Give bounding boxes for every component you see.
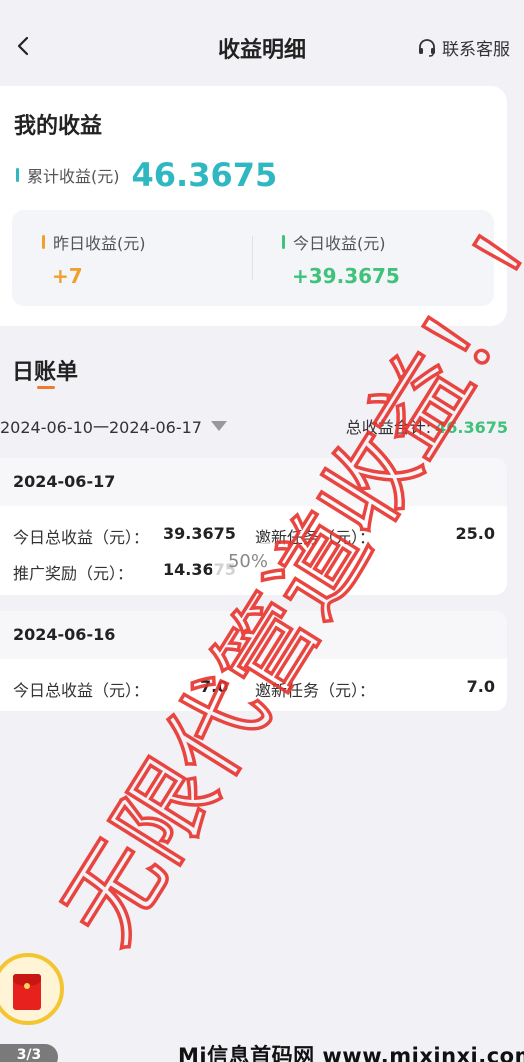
- accent-bar: [16, 168, 19, 182]
- day-date: 2024-06-17: [0, 458, 507, 506]
- total-earnings-label: 累计收益(元): [27, 167, 120, 186]
- day-record-card: 2024-06-16 今日总收益（元）： 7.0 邀新任务（元）： 7.0: [0, 611, 507, 711]
- summary-title: 我的收益: [14, 114, 103, 139]
- item-label: 今日总收益（元）：: [13, 681, 150, 700]
- list-item: 推广奖励（元）： 14.3675: [13, 560, 236, 584]
- caret-down-icon: [210, 421, 227, 431]
- page-indicator: 3/3: [0, 1044, 58, 1062]
- accent-bar: [282, 235, 285, 249]
- item-label: 邀新任务（元）：: [255, 681, 376, 700]
- total-sum: 总收益合计: 46.3675: [346, 414, 508, 438]
- total-sum-label: 总收益合计:: [345, 418, 432, 437]
- headset-icon: [419, 38, 435, 57]
- contact-service-label: 联系客服: [442, 40, 510, 60]
- site-watermark: Mi信息首码网 www.mixinxi.com: [178, 1044, 524, 1062]
- yesterday-label: 昨日收益(元): [53, 234, 146, 253]
- yesterday-value: +7: [52, 264, 83, 288]
- divider: [252, 236, 253, 280]
- today-earnings: 今日收益(元) +39.3675: [282, 230, 400, 288]
- list-item: 今日总收益（元）： 39.3675: [13, 524, 236, 548]
- date-range-text: 2024-06-10一2024-06-17: [0, 418, 202, 437]
- daily-earnings-box: 昨日收益(元) +7 今日收益(元) +39.3675: [12, 210, 494, 306]
- item-value: 7.0: [200, 677, 229, 696]
- today-label: 今日收益(元): [293, 234, 386, 253]
- item-value: 7.0: [466, 677, 495, 696]
- total-earnings-row: 累计收益(元) 46.3675: [16, 156, 277, 194]
- zoom-percent-overlay: 50%: [212, 543, 284, 581]
- envelope-seal: [24, 983, 30, 989]
- day-date: 2024-06-16: [0, 611, 507, 659]
- item-label: 推广奖励（元）：: [13, 564, 134, 583]
- section-underline: [37, 386, 55, 389]
- accent-bar: [42, 235, 45, 249]
- today-value: +39.3675: [292, 264, 400, 288]
- list-item: 今日总收益（元）： 7.0: [13, 677, 228, 701]
- earnings-summary-card: 我的收益 累计收益(元) 46.3675 昨日收益(元) +7 今日收益(元) …: [0, 86, 507, 326]
- date-range-picker[interactable]: 2024-06-10一2024-06-17: [0, 414, 227, 438]
- section-title: 日账单: [12, 360, 79, 385]
- list-item: 邀新任务（元）： 25.0: [255, 524, 495, 548]
- total-sum-value: 46.3675: [435, 418, 508, 437]
- item-value: 25.0: [455, 524, 495, 543]
- total-earnings-value: 46.3675: [131, 156, 278, 194]
- header: 收益明细 联系客服: [0, 0, 524, 86]
- list-item: 邀新任务（元）： 7.0: [255, 677, 495, 701]
- contact-service-button[interactable]: 联系客服: [417, 35, 510, 60]
- item-label: 今日总收益（元）：: [13, 528, 150, 547]
- yesterday-earnings: 昨日收益(元) +7: [42, 230, 146, 288]
- red-envelope-button[interactable]: [0, 953, 64, 1025]
- item-value: 39.3675: [163, 524, 236, 543]
